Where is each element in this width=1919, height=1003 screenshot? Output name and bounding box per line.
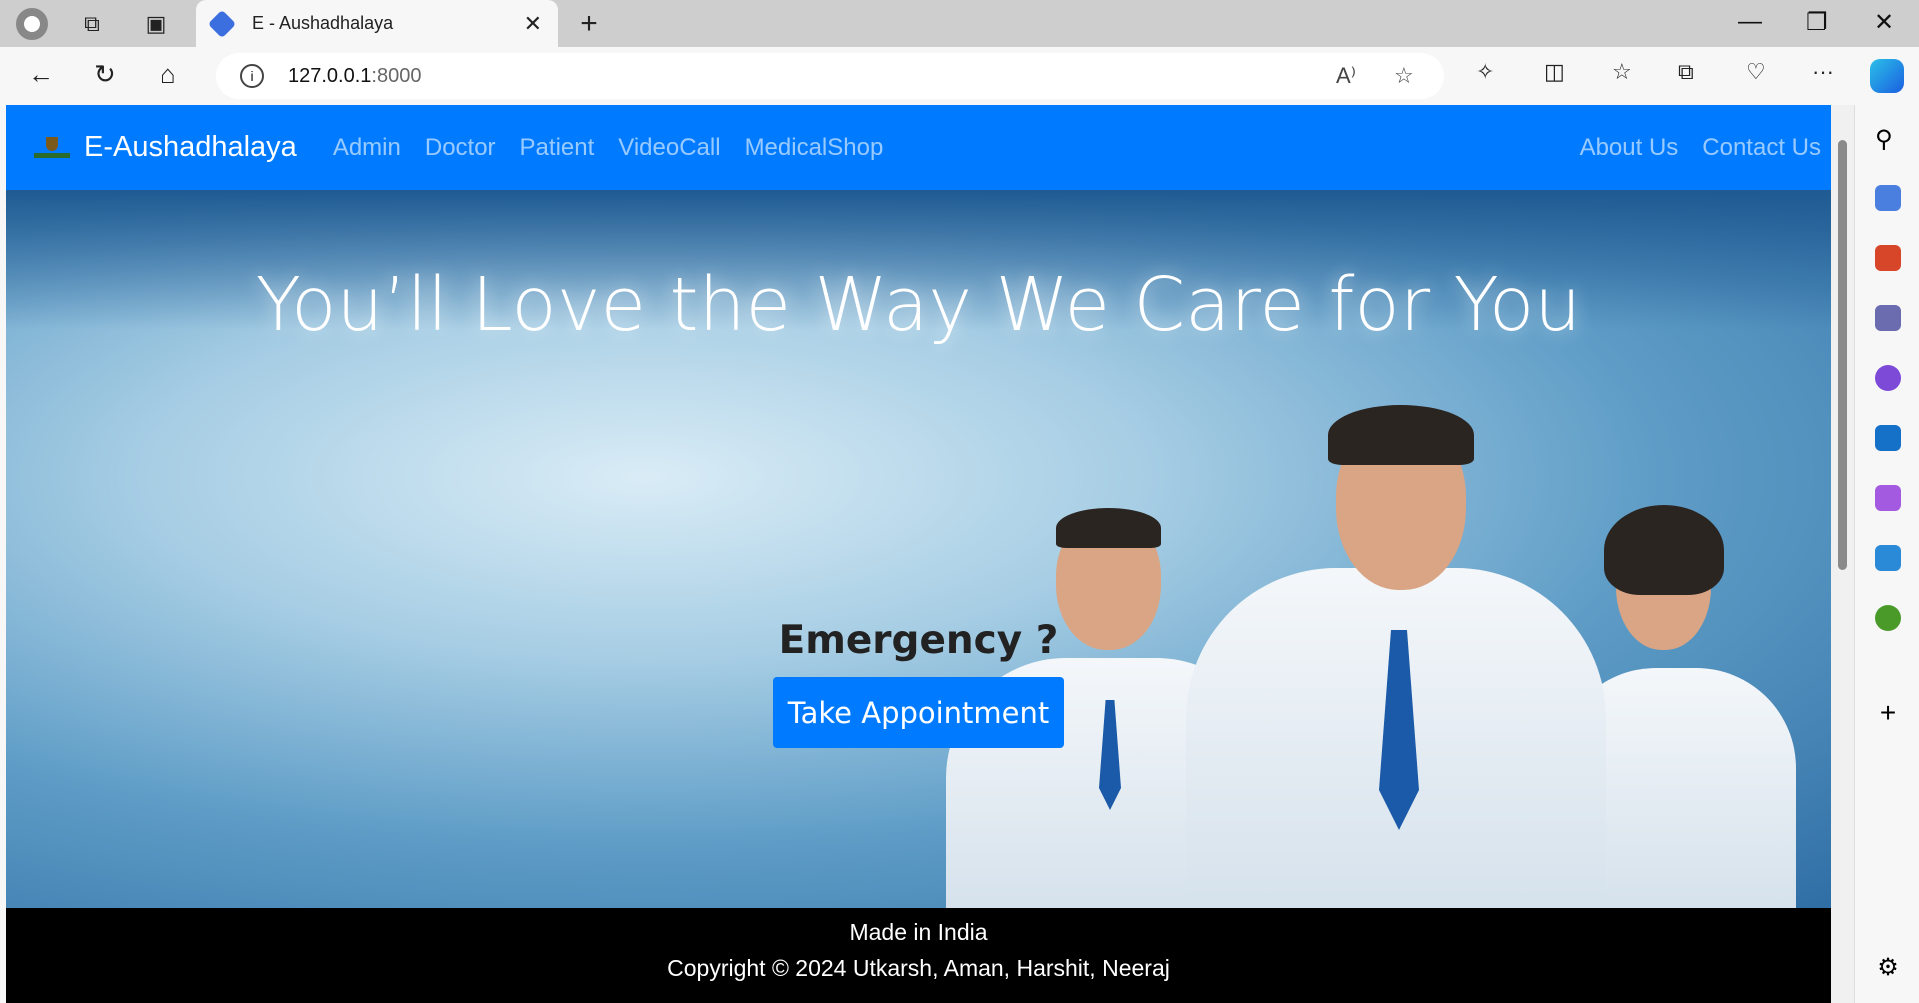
brand-link[interactable]: E-Aushadhalaya	[84, 131, 297, 164]
footer-made-in: Made in India	[849, 919, 988, 945]
nav-patient[interactable]: Patient	[520, 134, 595, 162]
brand-logo-icon	[32, 135, 72, 161]
navbar: E-Aushadhalaya Admin Doctor Patient Vide…	[6, 105, 1831, 190]
favorite-star-icon[interactable]: ☆	[1394, 63, 1414, 89]
tree-icon[interactable]	[1875, 605, 1901, 631]
hero-title: You’ll Love the Way We Care for You	[255, 262, 1582, 348]
nav-videocall[interactable]: VideoCall	[618, 134, 720, 162]
new-tab-icon[interactable]: +	[573, 7, 605, 40]
nav-about-us[interactable]: About Us	[1580, 134, 1679, 162]
split-screen-icon[interactable]: ◫	[1544, 59, 1565, 85]
site-info-icon[interactable]: i	[240, 64, 264, 88]
settings-icon[interactable]: ⚙	[1875, 953, 1901, 981]
more-menu-icon[interactable]: ···	[1812, 59, 1834, 85]
refresh-icon[interactable]: ↻	[94, 59, 116, 90]
home-icon[interactable]: ⌂	[160, 59, 176, 90]
browser-tab-bar: ⧉ ▣ E - Aushadhalaya ✕ + — ❐ ✕	[0, 0, 1919, 47]
send-icon[interactable]	[1875, 545, 1901, 571]
extensions-icon[interactable]: ✧	[1476, 59, 1494, 85]
profile-icon[interactable]	[16, 8, 48, 40]
games-icon[interactable]	[1875, 305, 1901, 331]
tab-favicon-icon	[207, 9, 237, 38]
vertical-tabs-icon[interactable]: ▣	[140, 8, 172, 40]
browser-tab[interactable]: E - Aushadhalaya ✕	[196, 0, 558, 47]
take-appointment-button[interactable]: Take Appointment	[773, 677, 1064, 748]
search-icon[interactable]: ⚲	[1875, 125, 1901, 153]
nav-contact-us[interactable]: Contact Us	[1702, 134, 1821, 162]
emergency-heading: Emergency ?	[778, 618, 1059, 663]
collections-icon[interactable]: ⧉	[1678, 59, 1694, 85]
designer-icon[interactable]	[1875, 485, 1901, 511]
microsoft365-icon[interactable]	[1875, 365, 1901, 391]
nav-admin[interactable]: Admin	[333, 134, 401, 162]
address-input[interactable]: i 127.0.0.1:8000 A⁾ ☆	[216, 53, 1444, 99]
tab-title: E - Aushadhalaya	[252, 13, 394, 33]
read-aloud-icon[interactable]: A⁾	[1336, 63, 1356, 89]
footer: Made in India Copyright © 2024 Utkarsh, …	[6, 908, 1831, 1003]
browser-essentials-icon[interactable]: ♡	[1746, 59, 1766, 85]
url-host: 127.0.0.1	[288, 64, 372, 87]
page-scrollbar[interactable]	[1831, 105, 1854, 1003]
close-tab-icon[interactable]: ✕	[524, 11, 542, 37]
hero-banner: You’ll Love the Way We Care for You Emer…	[6, 190, 1831, 908]
restore-icon[interactable]: ❐	[1806, 8, 1828, 37]
scrollbar-thumb[interactable]	[1838, 140, 1847, 570]
workspaces-icon[interactable]: ⧉	[76, 8, 108, 40]
favorites-icon[interactable]: ☆	[1612, 59, 1632, 85]
edge-sidebar: ⚲ + ⚙	[1854, 105, 1919, 1003]
shopping-tag-icon[interactable]	[1875, 185, 1901, 211]
add-icon[interactable]: +	[1875, 697, 1901, 728]
tools-icon[interactable]	[1875, 245, 1901, 271]
nav-doctor[interactable]: Doctor	[425, 134, 496, 162]
footer-copyright: Copyright © 2024 Utkarsh, Aman, Harshit,…	[667, 955, 1170, 981]
outlook-icon[interactable]	[1875, 425, 1901, 451]
address-bar-row: ← ↻ ⌂ i 127.0.0.1:8000 A⁾ ☆ ✧ ◫ ☆ ⧉ ♡ ··…	[0, 47, 1919, 105]
copilot-icon[interactable]	[1870, 59, 1904, 93]
web-page: E-Aushadhalaya Admin Doctor Patient Vide…	[6, 105, 1831, 1003]
back-icon[interactable]: ←	[28, 59, 54, 90]
nav-medicalshop[interactable]: MedicalShop	[745, 134, 884, 162]
url-port: :8000	[371, 64, 422, 87]
close-window-icon[interactable]: ✕	[1874, 8, 1894, 37]
minimize-icon[interactable]: —	[1738, 8, 1762, 36]
